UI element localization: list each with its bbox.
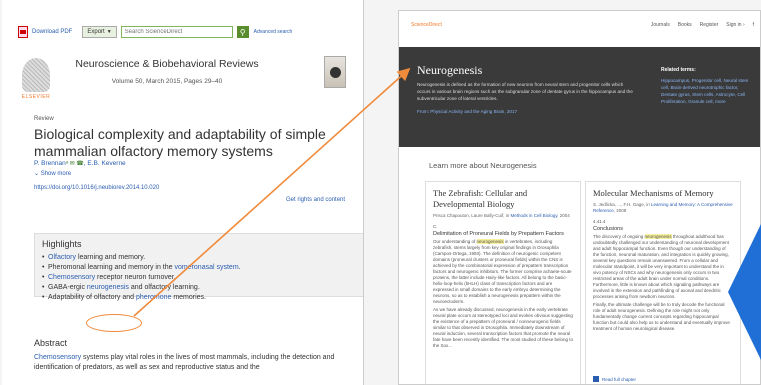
blue-arrow-icon[interactable] bbox=[728, 222, 761, 362]
export-label: Export bbox=[87, 29, 105, 35]
card-body: The discovery of ongoing neurogenesis th… bbox=[593, 234, 733, 300]
journal-cover-thumbnail[interactable] bbox=[324, 56, 346, 88]
highlights-title: Highlights bbox=[42, 239, 82, 249]
text: receptor neuron turnover. bbox=[95, 274, 176, 281]
highlights-box: Highlights Olfactory learning and memory… bbox=[34, 233, 363, 303]
article-type: Review bbox=[34, 116, 54, 122]
highlighted-term: neurogenesis bbox=[644, 234, 672, 239]
abstract-text: Chemosensory systems play vital roles in… bbox=[34, 353, 356, 373]
card-body: Finally, the ultimate challenge will be … bbox=[593, 302, 730, 331]
show-more-link[interactable]: ⌄ Show more bbox=[34, 170, 71, 177]
learn-more-heading: Learn more about Neurogenesis bbox=[429, 161, 537, 170]
related-terms-links[interactable]: Hippocampus, Progenitor cell, Neural ste… bbox=[661, 77, 749, 105]
topic-nav: Journals Books Register Sign in › f bbox=[651, 22, 754, 28]
text: . bbox=[238, 264, 241, 271]
topic-source-link[interactable]: From: Physical Activity and the Aging Br… bbox=[417, 109, 517, 114]
list-item: Adaptability of olfactory and pheromone … bbox=[42, 293, 356, 303]
source-link[interactable]: Methods in Cell Biology bbox=[511, 213, 558, 218]
journal-header: ELSEVIER Neuroscience & Biobehavioral Re… bbox=[18, 56, 348, 112]
abstract-title: Abstract bbox=[34, 338, 68, 348]
highlights-list: Olfactory learning and memory. Pheromona… bbox=[42, 253, 356, 303]
list-item: Pheromonal learning and memory in the vo… bbox=[42, 263, 356, 273]
highlighted-term: neurogenesis bbox=[476, 239, 504, 244]
text: throughout adulthood has undoubtedly cha… bbox=[593, 234, 729, 299]
article-page: Download PDF Export▼ ⚲ Advanced search E… bbox=[2, 0, 364, 385]
keyword-link[interactable]: pheromone bbox=[136, 294, 171, 301]
facebook-icon[interactable]: f bbox=[753, 22, 754, 28]
keyword-link[interactable]: Chemosensory bbox=[48, 274, 95, 281]
topic-topbar: ScienceDirect Journals Books Register Si… bbox=[399, 11, 760, 47]
screenshot-stage: Download PDF Export▼ ⚲ Advanced search E… bbox=[0, 0, 761, 385]
author-link[interactable]: , E.B. Keverne bbox=[84, 160, 126, 167]
doi-link[interactable]: https://doi.org/10.1016/j.neubiorev.2014… bbox=[34, 185, 159, 191]
card-body: As we have already discussed, neurogenes… bbox=[433, 307, 574, 348]
author-badge-icons: ᵃ ✉ ☎ bbox=[65, 161, 84, 167]
text: memories. bbox=[171, 294, 206, 301]
card-section-number: C. bbox=[433, 224, 438, 229]
text: Adaptability of olfactory and bbox=[48, 294, 136, 301]
search-icon: ⚲ bbox=[239, 27, 246, 37]
document-icon bbox=[593, 376, 599, 382]
topic-title: Neurogenesis bbox=[417, 63, 483, 77]
card-section-heading: Conclusions bbox=[593, 226, 623, 232]
card-section-heading: Delimitation of Proneural Fields by Prep… bbox=[433, 231, 564, 237]
text: in vertebrates, including zebrafish, ste… bbox=[433, 239, 572, 304]
read-full-label: Read full chapter bbox=[602, 376, 637, 382]
nav-sign-in[interactable]: Sign in › bbox=[726, 22, 744, 28]
card-meta: S. Jedlicka, ..., F.H. Gage, in Learning… bbox=[593, 202, 733, 214]
advanced-search-link[interactable]: Advanced search bbox=[254, 29, 293, 35]
card-title[interactable]: Molecular Mechanisms of Memory bbox=[593, 188, 733, 199]
author-link[interactable]: P. Brennan bbox=[34, 160, 66, 167]
text: Our understanding of bbox=[433, 239, 477, 244]
read-full-chapter-link[interactable]: Read full chapter bbox=[593, 376, 636, 382]
pdf-icon bbox=[18, 26, 28, 38]
publisher-wordmark: ELSEVIER bbox=[21, 94, 51, 100]
keyword-link[interactable]: Chemosensory bbox=[34, 354, 81, 361]
journal-volume[interactable]: Volume 50, March 2015, Pages 29–40 bbox=[18, 78, 316, 85]
keyword-link[interactable]: Olfactory bbox=[48, 254, 76, 261]
text: Prisca Chapouton, Laure Bally-Cuif, in bbox=[433, 213, 511, 218]
export-button[interactable]: Export ▼ bbox=[82, 26, 117, 38]
text: , 2008 bbox=[613, 208, 627, 213]
card-title[interactable]: The Zebrafish: Cellular and Developmenta… bbox=[433, 188, 573, 210]
rights-link[interactable]: Get rights and content bbox=[286, 197, 345, 203]
article-title: Biological complexity and adaptability o… bbox=[34, 126, 326, 159]
text: The discovery of ongoing bbox=[593, 234, 645, 239]
text: and olfactory learning. bbox=[128, 284, 200, 291]
article-toolbar: Download PDF Export▼ ⚲ Advanced search bbox=[18, 24, 292, 40]
text: , 2004 bbox=[557, 213, 570, 218]
keyword-circle-annotation bbox=[86, 314, 142, 332]
show-more-label: Show more bbox=[40, 171, 72, 177]
chevron-down-icon: ▼ bbox=[106, 29, 112, 35]
topic-hero: Neurogenesis Neurogenesis is defined as … bbox=[399, 47, 760, 147]
neurogenesis-keyword-link[interactable]: neurogenesis bbox=[87, 284, 129, 291]
nav-register[interactable]: Register bbox=[700, 22, 719, 28]
topic-card: Molecular Mechanisms of Memory S. Jedlic… bbox=[585, 181, 741, 384]
journal-title[interactable]: Neuroscience & Biobehavioral Reviews bbox=[18, 58, 316, 70]
search-input[interactable] bbox=[120, 26, 233, 38]
card-body: Our understanding of neurogenesis in ver… bbox=[433, 239, 573, 305]
keyword-link[interactable]: vomeronasal system bbox=[174, 264, 238, 271]
text: learning and memory. bbox=[76, 254, 146, 261]
related-terms-title: Related terms: bbox=[661, 67, 696, 73]
text: S. Jedlicka, ..., F.H. Gage, in bbox=[593, 202, 652, 207]
nav-journals[interactable]: Journals bbox=[651, 22, 670, 28]
topic-card: The Zebrafish: Cellular and Developmenta… bbox=[425, 181, 581, 384]
text: GABA-ergic bbox=[48, 284, 87, 291]
search-button[interactable]: ⚲ bbox=[236, 26, 249, 38]
sciencedirect-logo[interactable]: ScienceDirect bbox=[411, 22, 442, 28]
list-item: GABA-ergic neurogenesis and olfactory le… bbox=[42, 283, 356, 293]
card-meta: Prisca Chapouton, Laure Bally-Cuif, in M… bbox=[433, 213, 573, 219]
list-item: Olfactory learning and memory. bbox=[42, 253, 356, 263]
download-pdf-link[interactable]: Download PDF bbox=[32, 29, 72, 35]
author-list: P. Brennanᵃ ✉ ☎, E.B. Keverne bbox=[34, 160, 126, 167]
topic-page: ScienceDirect Journals Books Register Si… bbox=[398, 10, 761, 385]
nav-books[interactable]: Books bbox=[678, 22, 692, 28]
list-item: Chemosensory receptor neuron turnover. bbox=[42, 273, 356, 283]
chevron-down-icon: ⌄ bbox=[34, 171, 41, 177]
card-section-number: 4.41.4 bbox=[593, 219, 606, 224]
topic-definition: Neurogenesis is defined as the formation… bbox=[417, 82, 633, 101]
text: Pheromonal learning and memory in the bbox=[48, 264, 175, 271]
